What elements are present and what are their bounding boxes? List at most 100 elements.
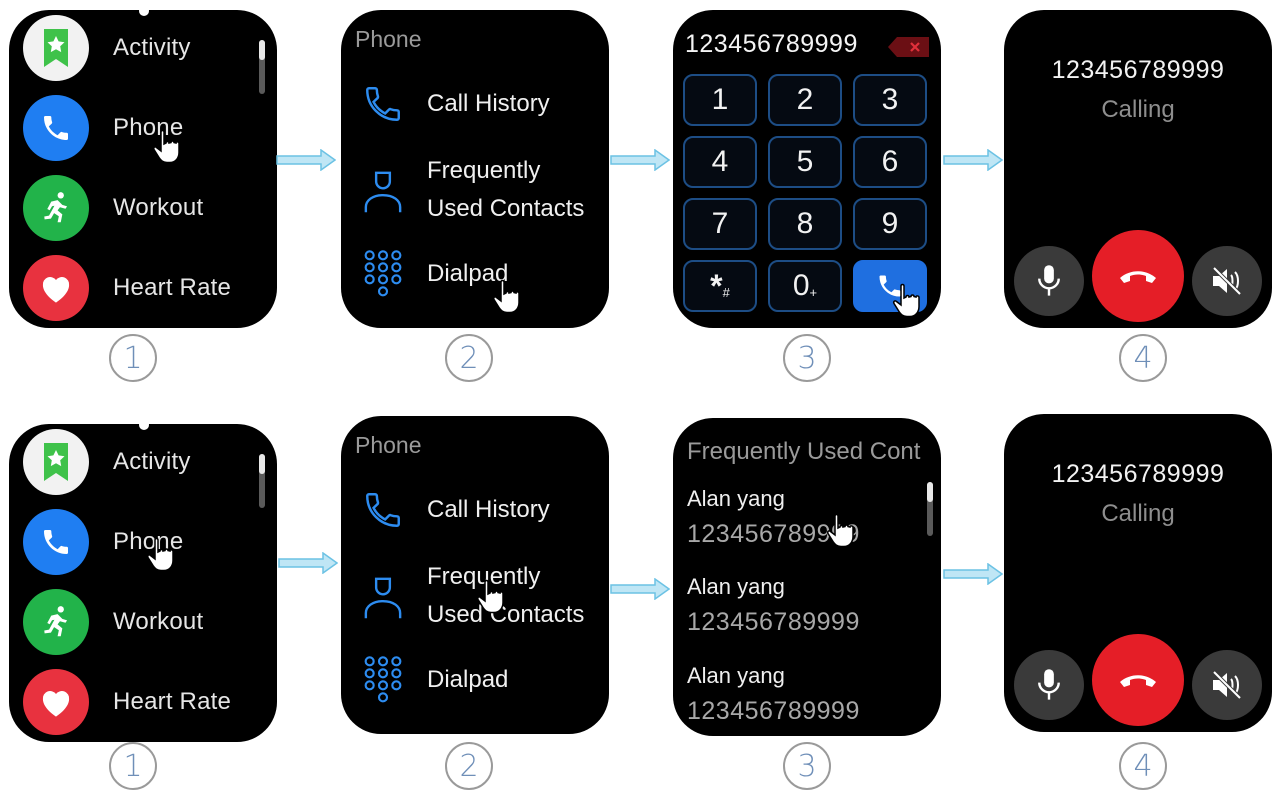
menu-item-frequent-contacts[interactable]: Frequently Used Contacts <box>359 558 584 634</box>
mute-mic-button[interactable] <box>1014 650 1084 720</box>
app-label-heart-rate: Heart Rate <box>113 688 232 715</box>
microphone-icon <box>1038 669 1060 700</box>
phone-icon <box>23 95 89 161</box>
activity-icon <box>23 429 89 495</box>
menu-item-frequent-contacts[interactable]: Frequently Used Contacts <box>359 152 584 228</box>
hang-up-icon <box>1120 675 1156 687</box>
workout-icon <box>23 175 89 241</box>
speaker-mute-button[interactable] <box>1192 246 1262 316</box>
heart-icon <box>23 669 89 735</box>
menu-label-line1: Frequently <box>427 157 541 184</box>
menu-label-dialpad: Dialpad <box>427 666 509 693</box>
step-number-4: 4 <box>1119 742 1167 790</box>
end-call-button[interactable] <box>1092 634 1184 726</box>
app-item-heart-rate[interactable]: Heart Rate <box>23 253 231 323</box>
calling-status: Calling <box>1101 96 1175 123</box>
speaker-mute-button[interactable] <box>1192 650 1262 720</box>
activity-icon <box>23 15 89 81</box>
microphone-icon <box>1038 265 1060 296</box>
heart-icon <box>23 255 89 321</box>
step-number-1: 1 <box>109 334 157 382</box>
app-item-activity[interactable]: Activity <box>23 427 191 497</box>
app-label-workout: Workout <box>113 194 204 221</box>
step-number-3: 3 <box>783 334 831 382</box>
backspace-icon[interactable] <box>887 36 931 58</box>
contact-number: 123456789999 <box>687 608 860 636</box>
mute-mic-button[interactable] <box>1014 246 1084 316</box>
dialpad-icon <box>359 656 407 704</box>
star-key-sub: # <box>722 284 730 300</box>
app-item-workout[interactable]: Workout <box>23 587 203 657</box>
page-title: Phone <box>355 26 422 52</box>
scrollbar[interactable] <box>259 40 265 94</box>
dial-key-6[interactable]: 6 <box>853 136 927 188</box>
phone-icon <box>23 509 89 575</box>
page-title: Frequently Used Cont <box>687 438 921 465</box>
app-item-heart-rate[interactable]: Heart Rate <box>23 667 231 737</box>
dial-key-2[interactable]: 2 <box>768 74 842 126</box>
tap-hand-icon <box>493 279 520 314</box>
zero-key-sub: + <box>809 284 818 300</box>
calling-number: 123456789999 <box>1051 460 1225 488</box>
row1-phone-menu-screen: Phone Call History Frequently Used Conta… <box>341 10 609 328</box>
tap-hand-icon <box>477 579 504 614</box>
menu-item-dialpad[interactable]: Dialpad <box>359 656 508 704</box>
speaker-off-icon <box>1212 266 1242 296</box>
flow-arrow <box>610 578 670 600</box>
app-label-workout: Workout <box>113 608 204 635</box>
flow-arrow <box>610 149 670 171</box>
calling-number: 123456789999 <box>1051 56 1225 84</box>
dial-key-star[interactable]: * # <box>683 260 757 312</box>
menu-item-dialpad[interactable]: Dialpad <box>359 250 508 298</box>
dial-key-9[interactable]: 9 <box>853 198 927 250</box>
flow-arrow <box>278 552 338 574</box>
app-label-activity: Activity <box>113 34 191 61</box>
scroll-thumb <box>259 40 265 60</box>
end-call-button[interactable] <box>1092 230 1184 322</box>
menu-item-call-history[interactable]: Call History <box>359 80 550 128</box>
flow-arrow <box>943 149 1003 171</box>
tap-hand-icon <box>827 513 854 548</box>
hang-up-icon <box>1120 271 1156 283</box>
dial-key-1[interactable]: 1 <box>683 74 757 126</box>
contact-number: 123456789999 <box>687 697 860 725</box>
page-title: Phone <box>355 432 422 458</box>
contact-person-icon <box>359 572 407 620</box>
workout-icon <box>23 589 89 655</box>
menu-label-frequent-contacts: Frequently Used Contacts <box>427 152 584 228</box>
menu-label-line2: Used Contacts <box>427 195 585 222</box>
menu-label-call-history: Call History <box>427 496 550 523</box>
dial-key-8[interactable]: 8 <box>768 198 842 250</box>
scrollbar[interactable] <box>927 482 933 536</box>
tap-hand-icon <box>153 129 180 164</box>
dial-key-7[interactable]: 7 <box>683 198 757 250</box>
menu-item-call-history[interactable]: Call History <box>359 486 550 534</box>
scroll-thumb <box>259 454 265 474</box>
app-label-activity: Activity <box>113 448 191 475</box>
flow-arrow <box>276 149 336 171</box>
dial-key-3[interactable]: 3 <box>853 74 927 126</box>
flow-arrow <box>943 563 1003 585</box>
dialpad-icon <box>359 250 407 298</box>
row1-dialpad-screen: 123456789999 1 2 3 4 5 6 7 8 9 * # 0 + <box>673 10 941 328</box>
calling-status: Calling <box>1101 500 1175 527</box>
step-number-2: 2 <box>445 334 493 382</box>
row2-phone-menu-screen: Phone Call History Frequently Used Conta… <box>341 416 609 734</box>
app-item-activity[interactable]: Activity <box>23 13 191 83</box>
row1-app-list-screen: Activity Phone Workout Heart Rate <box>9 10 277 328</box>
row2-contacts-screen: Frequently Used Cont Alan yang 123456789… <box>673 418 941 736</box>
scrollbar[interactable] <box>259 454 265 508</box>
contact-name: Alan yang <box>687 663 785 688</box>
tap-hand-icon <box>147 537 174 572</box>
tap-hand-icon <box>893 283 920 318</box>
dial-key-4[interactable]: 4 <box>683 136 757 188</box>
step-number-1: 1 <box>109 742 157 790</box>
phone-outline-icon <box>359 486 407 534</box>
step-number-3: 3 <box>783 742 831 790</box>
contact-name: Alan yang <box>687 574 785 599</box>
dial-key-zero[interactable]: 0 + <box>768 260 842 312</box>
step-number-4: 4 <box>1119 334 1167 382</box>
zero-key-label: 0 <box>792 269 810 302</box>
dial-key-5[interactable]: 5 <box>768 136 842 188</box>
app-item-workout[interactable]: Workout <box>23 173 203 243</box>
